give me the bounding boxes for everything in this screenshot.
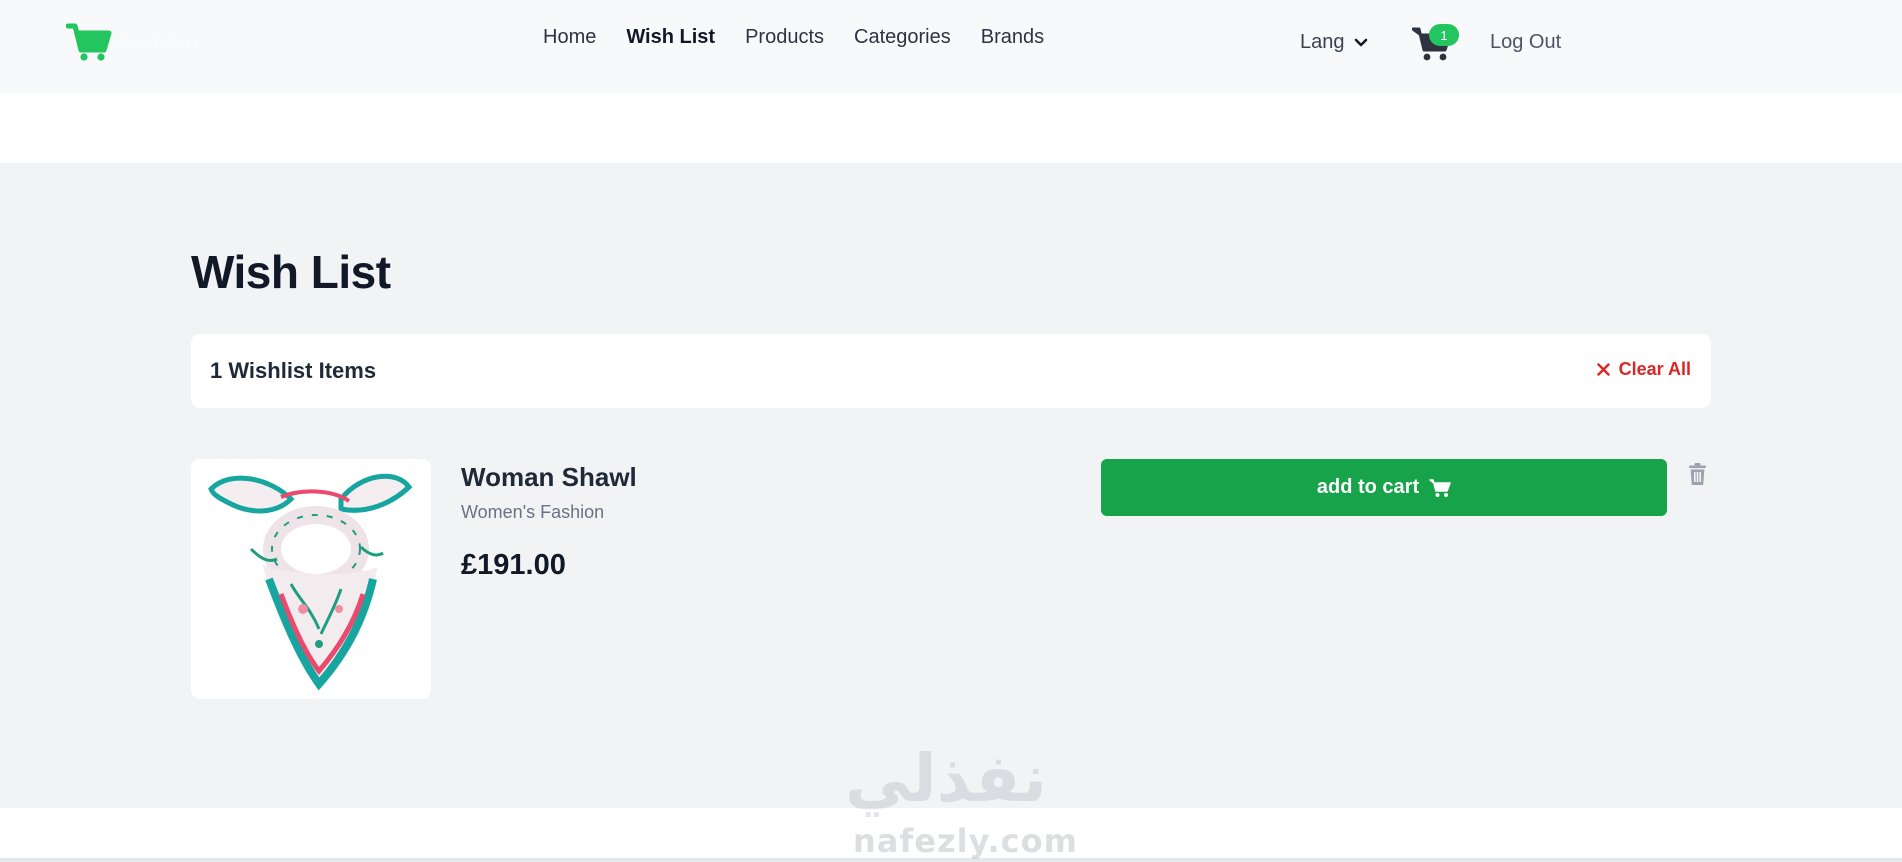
product-name[interactable]: Woman Shawl	[461, 462, 637, 493]
cart-icon	[1429, 478, 1451, 497]
nav-wish-list[interactable]: Wish List	[626, 26, 715, 49]
chevron-down-icon	[1354, 38, 1367, 46]
logout-link[interactable]: Log Out	[1490, 31, 1561, 54]
add-to-cart-button[interactable]: add to cart	[1101, 459, 1667, 516]
add-to-cart-label: add to cart	[1316, 476, 1420, 498]
shawl-image	[208, 473, 413, 691]
product-category: Women's Fashion	[461, 502, 605, 522]
wishlist-summary-bar: 1 Wishlist Items Clear All	[191, 334, 1711, 408]
watermark-arabic: نفذلي	[845, 740, 1047, 817]
nav-products[interactable]: Products	[745, 26, 824, 49]
cart-logo-icon[interactable]	[66, 22, 112, 62]
wishlist-item-count: 1 Wishlist Items	[210, 358, 377, 383]
clear-all-label: Clear All	[1618, 359, 1691, 379]
navbar: FreshCart Home Wish List Products Catego…	[0, 0, 1902, 93]
product-image[interactable]	[191, 459, 431, 699]
nav-categories[interactable]: Categories	[854, 26, 951, 49]
nav-home[interactable]: Home	[543, 26, 596, 49]
brand-name[interactable]: FreshCart	[118, 34, 198, 54]
nav-links: Home Wish List Products Categories Brand…	[543, 26, 1044, 49]
language-label: Lang	[1300, 31, 1345, 53]
language-dropdown[interactable]: Lang	[1300, 31, 1368, 54]
watermark-latin: nafezly.com	[853, 822, 1078, 860]
nav-brands[interactable]: Brands	[981, 26, 1044, 49]
page-title: Wish List	[191, 246, 391, 298]
trash-icon[interactable]	[1689, 463, 1706, 485]
clear-all-button[interactable]: Clear All	[1596, 359, 1691, 380]
cart-count-badge: 1	[1429, 24, 1459, 46]
product-price: £191.00	[461, 549, 566, 581]
close-icon	[1596, 363, 1610, 376]
